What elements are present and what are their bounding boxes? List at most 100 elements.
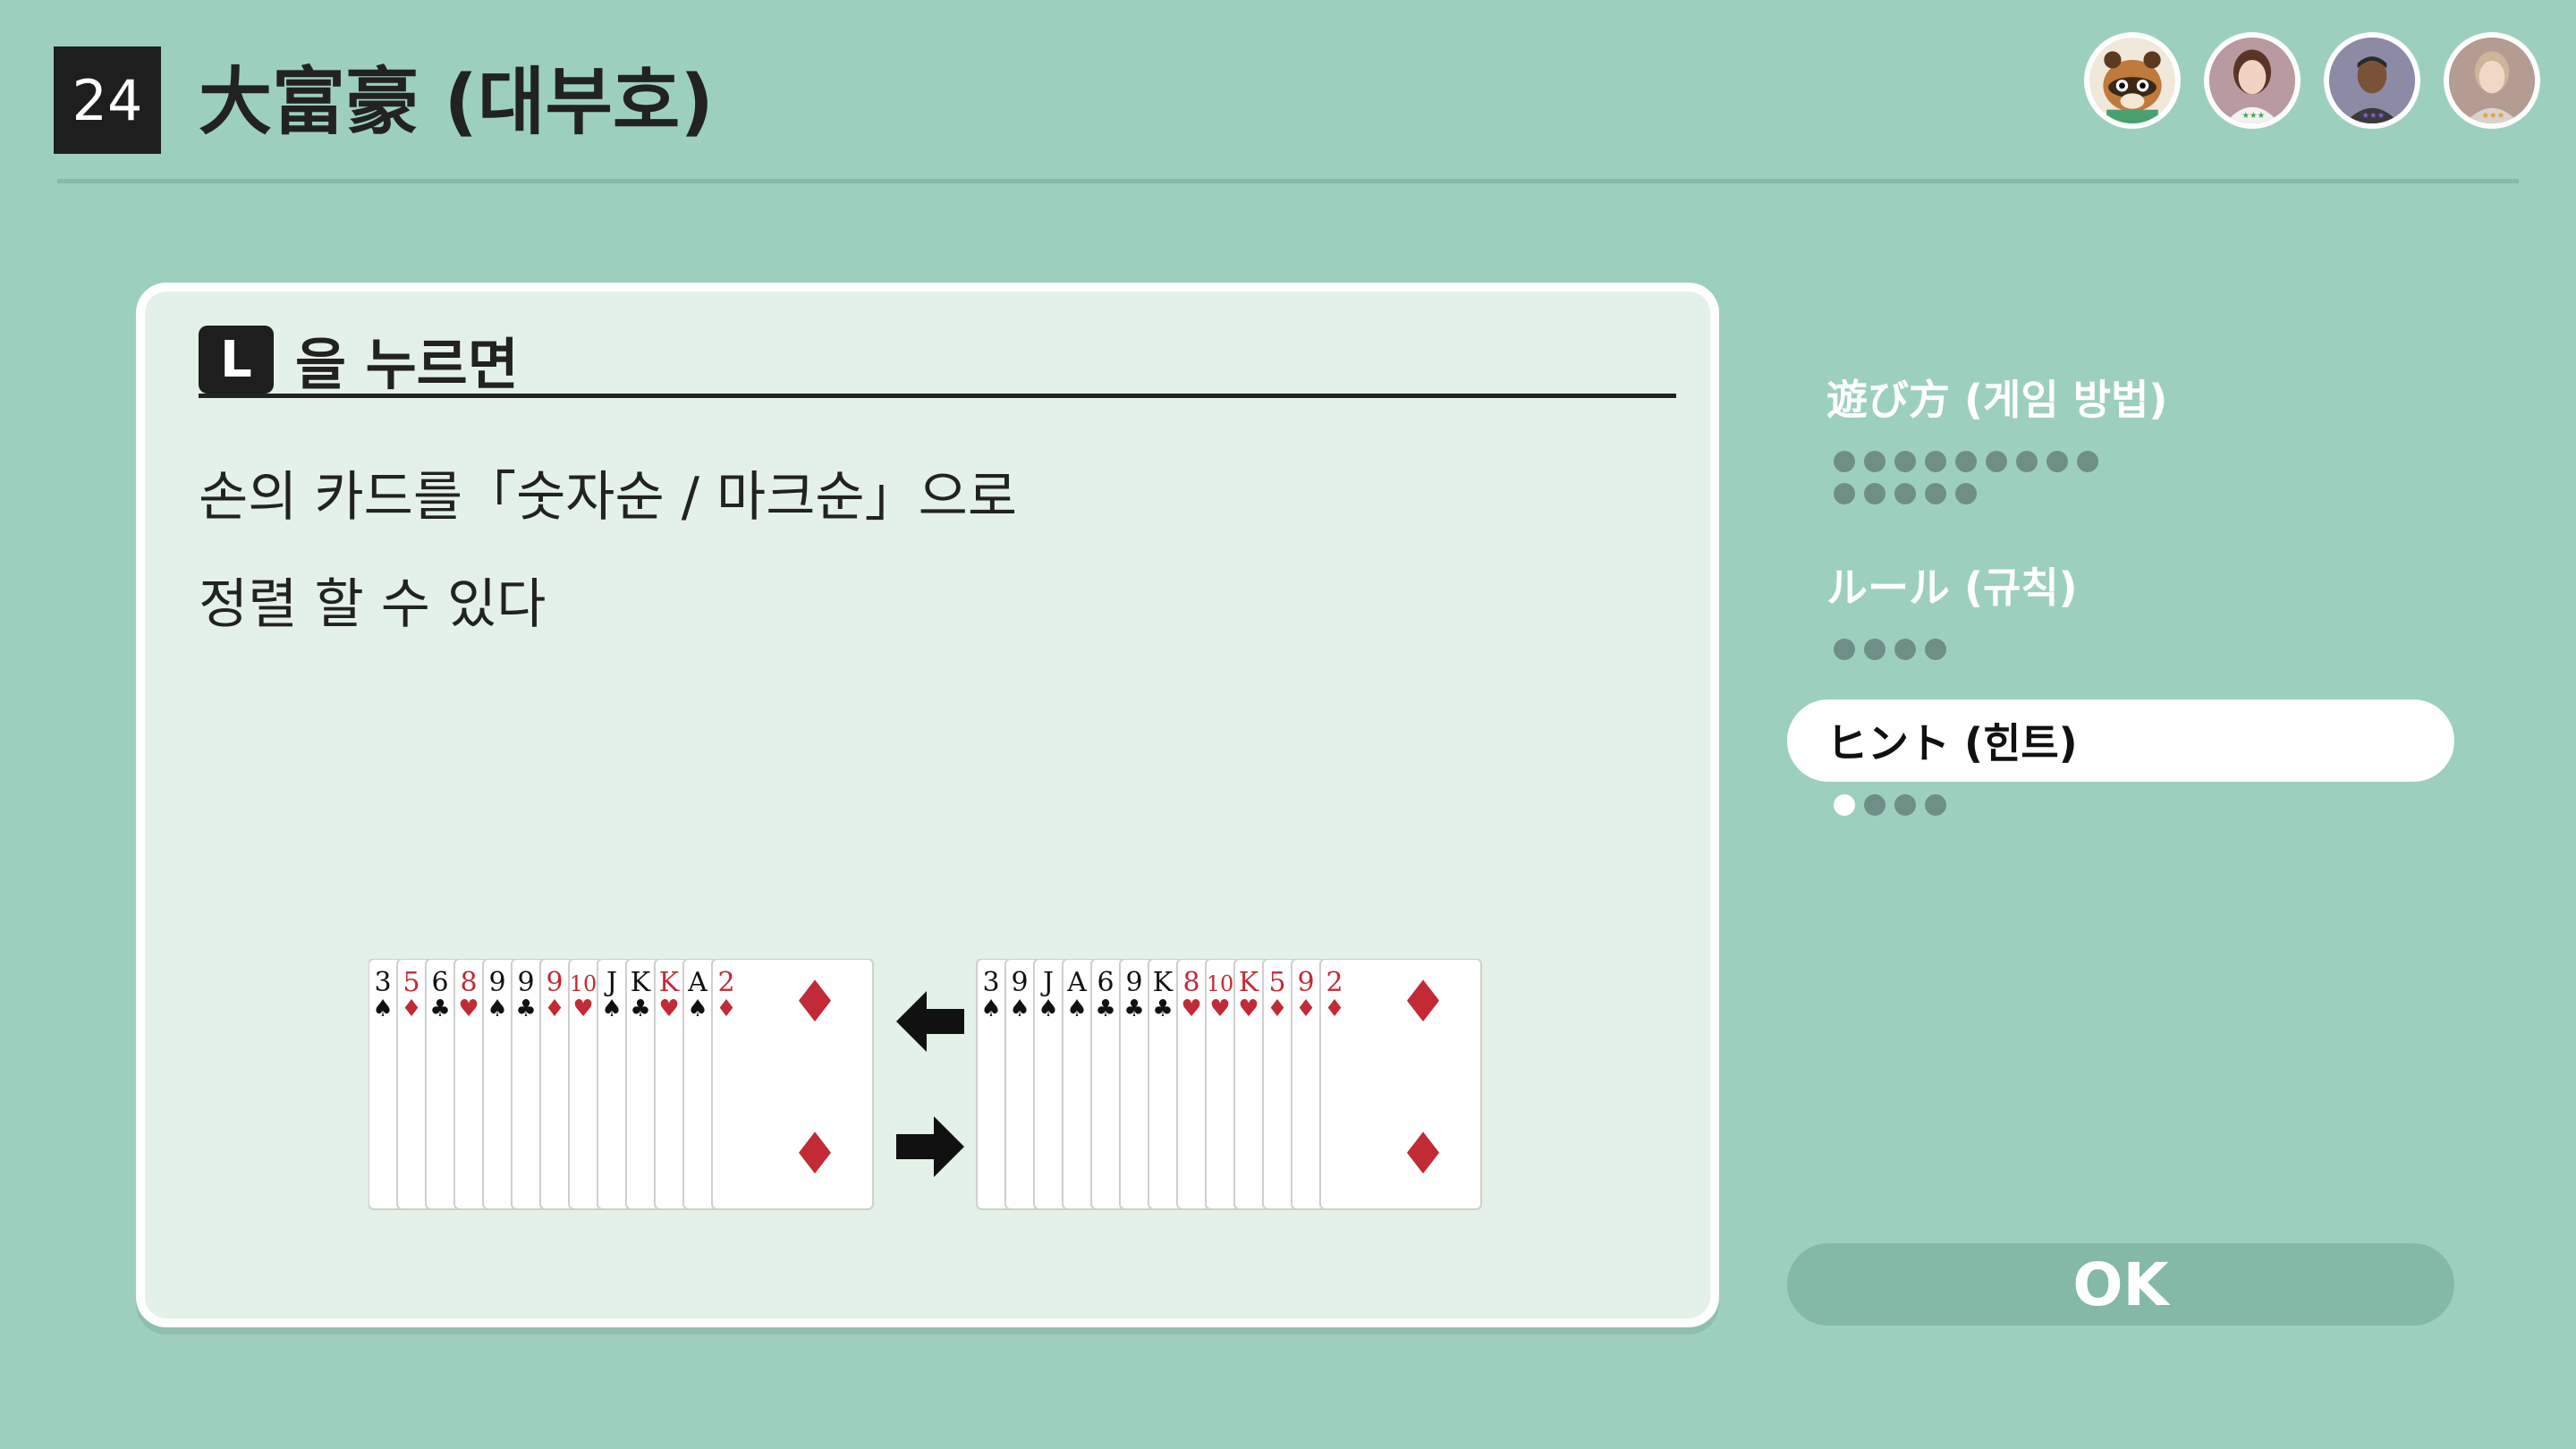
ok-button[interactable]: OK	[1787, 1243, 2454, 1326]
card-rank: 2	[1326, 967, 1343, 998]
card-suit: ♠	[487, 996, 507, 1022]
card-suit: ♠	[1038, 996, 1058, 1022]
card-rank: 5	[1268, 967, 1285, 998]
l-button-icon: L	[199, 326, 274, 394]
help-menu: 遊び方 (게임 방법) ルール (규칙) ヒント (힌트)	[1787, 356, 2454, 855]
menu-item-0[interactable]: 遊び方 (게임 방법)	[1787, 356, 2454, 438]
card-suit: ♥	[572, 996, 593, 1022]
page-dot	[1955, 483, 1977, 504]
game-number-badge: 24	[54, 47, 161, 154]
page-dot	[2016, 451, 2038, 472]
card-pip: ♦	[789, 1122, 840, 1188]
description-line-2: 정렬 할 수 있다	[199, 573, 547, 636]
card-suit: ♦	[1324, 996, 1344, 1022]
card-suit: ♥	[1209, 996, 1230, 1022]
page-dot	[2077, 451, 2098, 472]
page-dot	[1925, 483, 1946, 504]
card-suit: ♣	[1152, 996, 1173, 1022]
page-dot	[1986, 451, 2007, 472]
panel-heading-row: L 을 누르면	[199, 315, 519, 404]
page-dot	[1894, 794, 1916, 816]
card-rank: 9	[546, 967, 563, 998]
card-rank: J	[1040, 967, 1054, 998]
description-line-1: 손의 카드를「숫자순 / 마크순」으로	[199, 466, 1018, 529]
player-avatar-3: ★★★	[2444, 32, 2540, 129]
card-suit: ♦	[401, 996, 421, 1022]
card-suit: ♣	[515, 996, 536, 1022]
card-suit: ♠	[1009, 996, 1030, 1022]
card-suit: ♠	[687, 996, 708, 1022]
card-rank: 8	[460, 967, 477, 998]
card-sort-illustration: 3 ♠ 5 ♦ 6 ♣ 8 ♥ 9 ♠ 9 ♣ 9 ♦ 10 ♥ J ♠ K ♣ K ♥ A ♠ 2 ♦ ♦ ♦ 3 ♠ 9 ♠ J ♠ A ♠ 6 ♣ 9…	[369, 959, 1496, 1218]
svg-text:★★★: ★★★	[2361, 111, 2385, 121]
page-dot	[1864, 451, 1885, 472]
card-suit: ♥	[658, 996, 679, 1022]
card-rank: 9	[488, 967, 505, 998]
card-rank: 6	[1097, 967, 1114, 998]
menu-item-2[interactable]: ヒント (힌트)	[1787, 699, 2454, 782]
arrow-right-icon	[896, 1116, 964, 1177]
card-pip: ♦	[1397, 1122, 1448, 1188]
page-dot	[1925, 639, 1946, 660]
page-dot	[1925, 794, 1946, 816]
card-rank: J	[604, 967, 617, 998]
card-rank: 3	[374, 967, 391, 998]
header-divider	[57, 179, 2519, 183]
card-rank: K	[1239, 967, 1259, 998]
page-indicator	[1787, 635, 2454, 667]
card-suit: ♦	[1295, 996, 1316, 1022]
card-rank: A	[687, 967, 708, 998]
player-avatars: ★★★ ★★★ ★★★	[2084, 32, 2540, 129]
raccoon-avatar	[2084, 32, 2181, 129]
page-dot	[1925, 451, 1946, 472]
card-rank: K	[659, 967, 680, 998]
page-title: 大富豪 (대부호)	[199, 60, 714, 145]
card-rank: 5	[402, 967, 419, 998]
page-dot	[1894, 483, 1916, 504]
page-dot	[1834, 483, 1855, 504]
card-suit: ♠	[372, 996, 393, 1022]
card: 2♦ ♦♦	[1319, 959, 1482, 1210]
player-avatar-1: ★★★	[2204, 32, 2301, 129]
card-suit: ♣	[630, 996, 650, 1022]
card-rank: 9	[1125, 967, 1142, 998]
panel-heading: 을 누르면	[295, 332, 519, 397]
card-suit: ♠	[980, 996, 1001, 1022]
card-pip: ♦	[1397, 970, 1448, 1036]
card-suit: ♣	[1095, 996, 1115, 1022]
hint-panel: L 을 누르면 손의 카드를「숫자순 / 마크순」으로 정렬 할 수 있다 3 ♠…	[136, 283, 1719, 1327]
page-indicator	[1787, 447, 2454, 512]
menu-item-1[interactable]: ルール (규칙)	[1787, 544, 2454, 626]
page-dot	[1864, 794, 1885, 816]
page-dot	[1864, 483, 1885, 504]
page-dot	[1894, 639, 1916, 660]
page-dot	[1834, 794, 1855, 816]
arrow-left-icon	[896, 991, 964, 1052]
page-dot	[1864, 639, 1885, 660]
panel-description: 손의 카드를「숫자순 / 마크순」으로 정렬 할 수 있다	[199, 444, 1665, 658]
card-rank: 10	[1207, 971, 1234, 996]
card-suit: ♣	[429, 996, 450, 1022]
card-suit: ♠	[601, 996, 622, 1022]
card-suit: ♣	[1123, 996, 1144, 1022]
card-pip: ♦	[789, 970, 840, 1036]
card-rank: 2	[717, 967, 734, 998]
panel-divider	[199, 394, 1676, 398]
card-rank: A	[1066, 967, 1087, 998]
page-dot	[1834, 639, 1855, 660]
card-suit: ♠	[1066, 996, 1087, 1022]
card-rank: 3	[982, 967, 999, 998]
page-dot	[1834, 451, 1855, 472]
player-avatar-2: ★★★	[2324, 32, 2420, 129]
card: 2♦ ♦♦	[711, 959, 874, 1210]
card-rank: 10	[570, 971, 597, 996]
page-dot	[2046, 451, 2068, 472]
card-suit: ♦	[544, 996, 564, 1022]
page-dot	[1955, 451, 1977, 472]
page-indicator	[1787, 791, 2454, 823]
card-rank: 9	[1011, 967, 1028, 998]
card-suit: ♦	[1267, 996, 1287, 1022]
card-suit: ♥	[1238, 996, 1258, 1022]
card-suit: ♦	[716, 996, 736, 1022]
card-rank: 9	[517, 967, 534, 998]
